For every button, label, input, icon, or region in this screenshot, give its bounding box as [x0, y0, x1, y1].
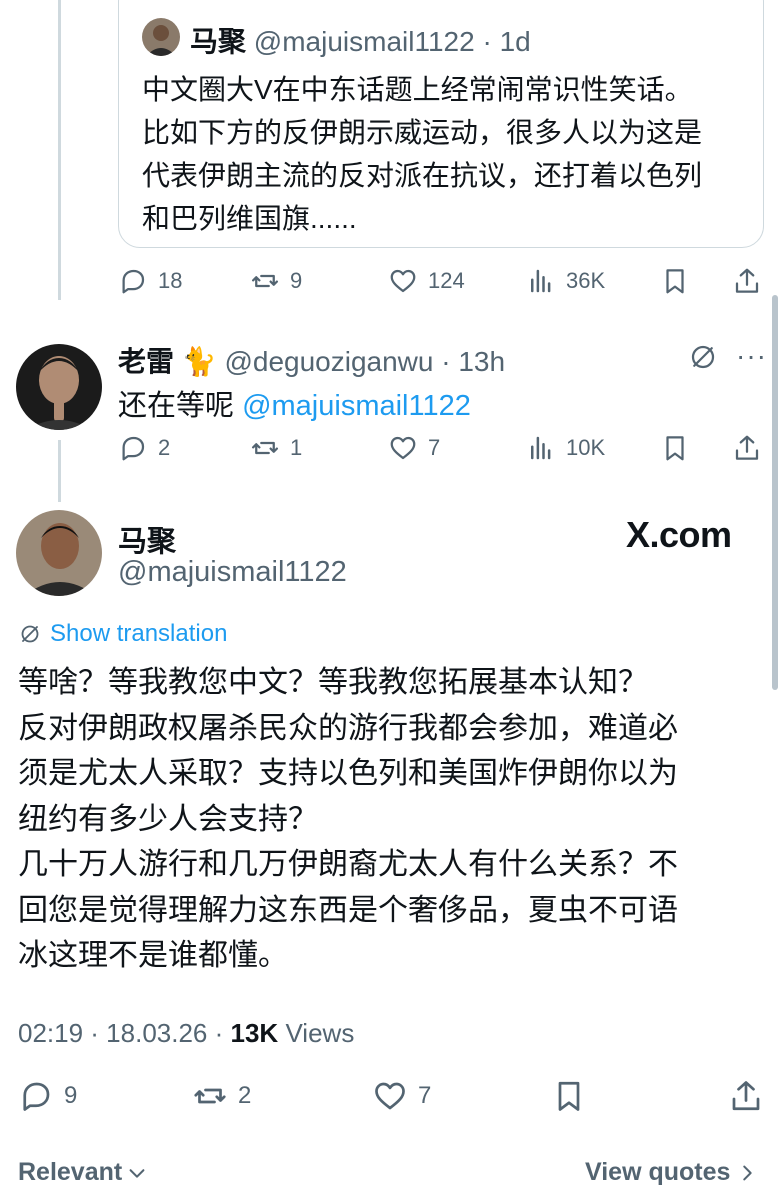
- chevron-down-icon: [129, 1168, 145, 1178]
- bookmark-icon: [666, 436, 684, 461]
- sort-label: Relevant: [18, 1158, 123, 1186]
- bookmark-button[interactable]: [660, 433, 700, 463]
- text-line: 和巴列维国旗......: [142, 203, 357, 234]
- text-line: 等啥？等我教您中文？等我教您拓展基本认知？: [18, 666, 648, 699]
- thread-line: [58, 0, 61, 300]
- views-count: 13K: [230, 1018, 279, 1048]
- text-line: 中文圈大V在中东话题上经常闹常识性笑话。: [142, 74, 693, 105]
- chevron-right-icon: [743, 1165, 753, 1180]
- like-button[interactable]: 7: [388, 433, 440, 463]
- repost-button[interactable]: 9: [250, 266, 302, 296]
- mention-link[interactable]: @majuismail1122: [242, 390, 471, 422]
- reply-button[interactable]: 2: [118, 433, 170, 463]
- tweet-time[interactable]: 13h: [458, 346, 505, 377]
- quoted-tweet-header: 马聚 @majuismail1122 · 1d: [190, 26, 531, 57]
- reply-tweet-header: 老雷 🐈 @deguoziganwu · 13h: [118, 346, 506, 377]
- tweet-metadata: 02:19 · 18.03.26 · 13K Views: [18, 1018, 354, 1049]
- reply-count: 2: [158, 435, 171, 460]
- like-count: 124: [428, 268, 465, 293]
- views-count: 10K: [566, 435, 606, 460]
- tweet-text: 还在等呢: [118, 390, 235, 422]
- share-button[interactable]: [728, 1078, 774, 1114]
- like-button[interactable]: 7: [372, 1078, 431, 1114]
- tweet-timestamp[interactable]: 02:19 · 18.03.26 ·: [18, 1018, 223, 1048]
- thread-line: [58, 440, 61, 502]
- show-translation-link[interactable]: Show translation: [18, 620, 227, 648]
- views-icon: [531, 269, 551, 293]
- author-handle[interactable]: @deguoziganwu: [224, 346, 433, 377]
- text-line: 须是尤太人采取？支持以色列和美国炸伊朗你以为: [18, 757, 678, 790]
- text-line: 回您是觉得理解力这东西是个奢侈品，夏虫不可语: [18, 893, 678, 927]
- quoted-tweet-text: 中文圈大V在中东话题上经常闹常识性笑话。 比如下方的反伊朗示威运动，很多人以为这…: [142, 68, 742, 240]
- views-label: Views: [285, 1018, 355, 1048]
- views-icon: [531, 436, 551, 460]
- repost-icon: [194, 1088, 226, 1104]
- share-button[interactable]: [732, 266, 772, 296]
- scrollbar[interactable]: [772, 295, 778, 690]
- share-icon: [732, 1081, 760, 1111]
- like-button[interactable]: 124: [388, 266, 465, 296]
- repost-button[interactable]: 1: [250, 433, 302, 463]
- reply-tweet-text: 还在等呢 @majuismail1122: [118, 382, 471, 424]
- reply-button[interactable]: 18: [118, 266, 182, 296]
- repost-count: 2: [238, 1082, 252, 1109]
- like-count: 7: [418, 1082, 432, 1109]
- show-translation-label: Show translation: [50, 620, 228, 647]
- text-line: 代表伊朗主流的反对派在抗议，还打着以色列: [142, 160, 703, 191]
- reply-button[interactable]: 9: [18, 1078, 77, 1114]
- views-button[interactable]: 10K: [526, 433, 605, 463]
- reply-icon: [122, 436, 145, 461]
- text-line: 比如下方的反伊朗示威运动，很多人以为这是: [142, 117, 703, 148]
- avatar[interactable]: [16, 510, 102, 596]
- share-icon: [735, 268, 759, 293]
- heart-icon: [375, 1082, 405, 1110]
- main-tweet-text: 等啥？等我教您中文？等我教您拓展基本认知？ 反对伊朗政权屠杀民众的游行我都会参加…: [18, 660, 758, 979]
- views-count: 36K: [566, 268, 606, 293]
- reply-icon: [122, 269, 145, 294]
- translate-icon: [21, 625, 39, 643]
- sort-dropdown[interactable]: Relevant: [18, 1158, 148, 1187]
- author-handle[interactable]: @majuismail1122: [118, 556, 347, 589]
- author-emoji: 🐈: [181, 346, 217, 377]
- avatar[interactable]: [142, 18, 180, 56]
- views-button[interactable]: 36K: [526, 266, 605, 296]
- like-count: 7: [428, 435, 441, 460]
- text-line: 冰这理不是谁都懂。: [18, 939, 288, 972]
- reply-count: 18: [158, 268, 183, 293]
- repost-button[interactable]: 2: [192, 1078, 251, 1114]
- bookmark-icon: [558, 1081, 580, 1111]
- author-name[interactable]: 马聚: [118, 518, 176, 560]
- repost-icon: [252, 274, 278, 288]
- repost-icon: [252, 441, 278, 455]
- view-quotes-label: View quotes: [585, 1158, 731, 1186]
- text-line: 反对伊朗政权屠杀民众的游行我都会参加，难道必: [18, 711, 678, 745]
- text-line: 几十万人游行和几万伊朗裔尤太人有什么关系？不: [18, 848, 678, 881]
- repost-count: 9: [290, 268, 303, 293]
- heart-icon: [390, 436, 416, 460]
- bookmark-button[interactable]: [551, 1078, 597, 1114]
- more-options-icon[interactable]: ···: [736, 340, 767, 372]
- share-icon: [735, 435, 759, 460]
- reply-icon: [23, 1082, 50, 1111]
- text-line: 纽约有多少人会支持？: [18, 802, 318, 836]
- watermark: X.com: [626, 514, 732, 555]
- bookmark-icon: [666, 269, 684, 294]
- author-handle[interactable]: @majuismail1122: [254, 26, 475, 57]
- repost-count: 1: [290, 435, 303, 460]
- share-button[interactable]: [732, 433, 772, 463]
- author-name[interactable]: 马聚: [190, 26, 246, 57]
- tweet-time[interactable]: 1d: [500, 26, 531, 57]
- avatar[interactable]: [16, 344, 102, 430]
- grok-icon[interactable]: [688, 342, 718, 377]
- view-quotes-link[interactable]: View quotes: [585, 1158, 758, 1187]
- bookmark-button[interactable]: [660, 266, 700, 296]
- reply-count: 9: [64, 1082, 78, 1109]
- author-name[interactable]: 老雷: [118, 346, 174, 377]
- heart-icon: [390, 269, 416, 293]
